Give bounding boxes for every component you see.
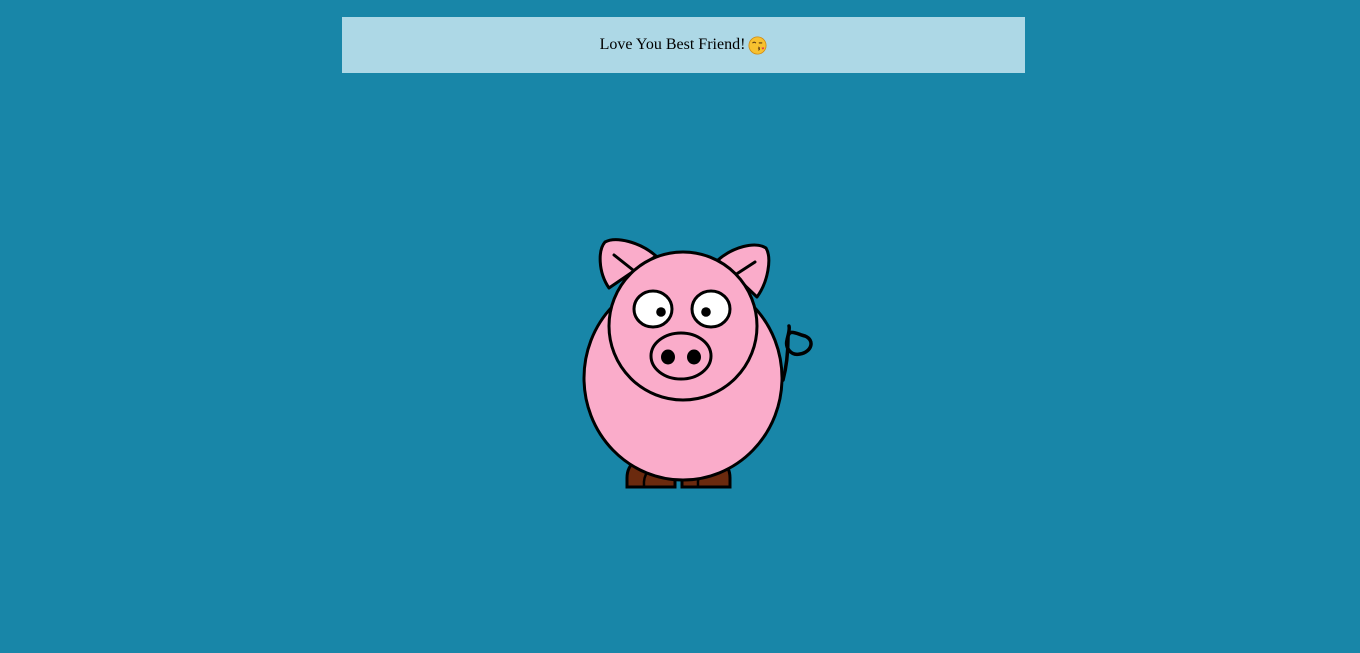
pig-icon (582, 238, 813, 489)
pig-left-eye (632, 289, 674, 329)
pig-illustration (0, 0, 1360, 648)
pig-right-eye (690, 289, 732, 329)
pig-tail (781, 324, 813, 382)
pig-snout (649, 331, 713, 381)
